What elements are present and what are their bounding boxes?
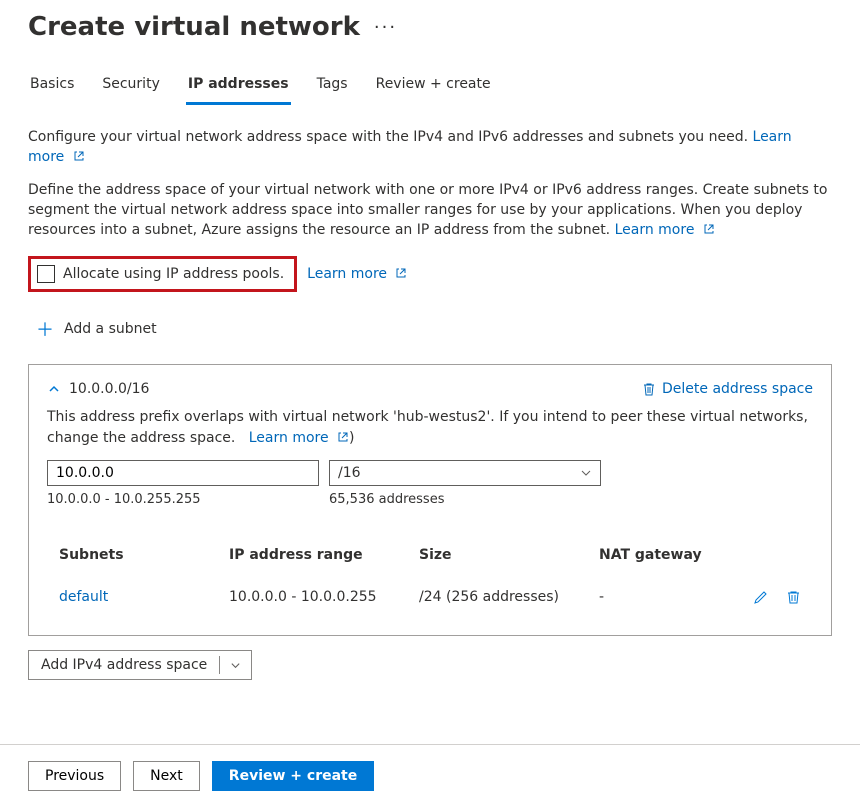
footer-bar: Previous Next Review + create [0,744,860,807]
collapse-toggle[interactable] [47,382,61,396]
chevron-down-icon [580,467,592,479]
allocate-learn-more-link[interactable]: Learn more [307,266,407,282]
tab-review-create[interactable]: Review + create [374,70,493,105]
allocate-pools-label: Allocate using IP address pools. [63,266,284,282]
col-header-size: Size [419,547,599,563]
external-link-icon [395,267,407,279]
allocate-pools-highlight: Allocate using IP address pools. [28,256,297,292]
col-header-range: IP address range [229,547,419,563]
allocate-pools-checkbox[interactable] [37,265,55,283]
col-header-nat: NAT gateway [599,547,739,563]
address-ip-input[interactable] [47,460,319,486]
add-subnet-button[interactable]: ＋ Add a subnet [36,316,157,342]
desc-learn-more-link[interactable]: Learn more [615,222,715,238]
close-paren: ) [349,430,354,446]
tab-security[interactable]: Security [100,70,162,105]
next-button[interactable]: Next [133,761,200,791]
edit-subnet-button[interactable] [753,590,768,605]
subnet-size: /24 (256 addresses) [419,589,599,605]
tab-bar: Basics Security IP addresses Tags Review… [28,70,832,105]
address-prefix-value: /16 [338,465,361,481]
address-space-panel: 10.0.0.0/16 Delete address space This ad… [28,364,832,636]
external-link-icon [73,150,85,162]
address-size-text: 65,536 addresses [329,492,601,507]
add-address-space-label: Add IPv4 address space [29,657,219,673]
subnet-range: 10.0.0.0 - 10.0.0.255 [229,589,419,605]
tab-tags[interactable]: Tags [315,70,350,105]
overlap-warning-text: This address prefix overlaps with virtua… [47,409,808,445]
learn-more-label: Learn more [307,266,387,282]
plus-icon: ＋ [36,316,54,342]
trash-icon [642,382,656,396]
tab-basics[interactable]: Basics [28,70,76,105]
more-menu-button[interactable]: ··· [374,17,397,38]
description-text: Define the address space of your virtual… [28,180,832,241]
review-create-button[interactable]: Review + create [212,761,374,791]
add-address-space-button[interactable]: Add IPv4 address space [28,650,252,680]
previous-button[interactable]: Previous [28,761,121,791]
overlap-learn-more-link[interactable]: Learn more [244,430,349,446]
col-header-subnets: Subnets [59,547,229,563]
learn-more-label: Learn more [615,222,695,238]
external-link-icon [337,431,349,443]
address-range-text: 10.0.0.0 - 10.0.255.255 [47,492,319,507]
delete-subnet-button[interactable] [786,590,801,605]
subnet-name-link[interactable]: default [59,589,229,605]
chevron-down-icon [220,660,251,671]
subnet-nat: - [599,589,739,605]
external-link-icon [703,223,715,235]
address-space-title: 10.0.0.0/16 [69,381,149,397]
learn-more-label: Learn more [249,430,329,446]
tab-ip-addresses[interactable]: IP addresses [186,70,291,105]
delete-address-space-button[interactable]: Delete address space [642,381,813,397]
overlap-warning: This address prefix overlaps with virtua… [47,407,813,448]
intro-text: Configure your virtual network address s… [28,127,832,168]
page-title: Create virtual network [28,12,360,42]
address-prefix-select[interactable]: /16 [329,460,601,486]
table-row: default 10.0.0.0 - 10.0.0.255 /24 (256 a… [47,573,813,615]
subnets-table: Subnets IP address range Size NAT gatewa… [47,537,813,615]
delete-address-space-label: Delete address space [662,381,813,397]
intro-text-span: Configure your virtual network address s… [28,129,748,145]
add-subnet-label: Add a subnet [64,321,157,337]
